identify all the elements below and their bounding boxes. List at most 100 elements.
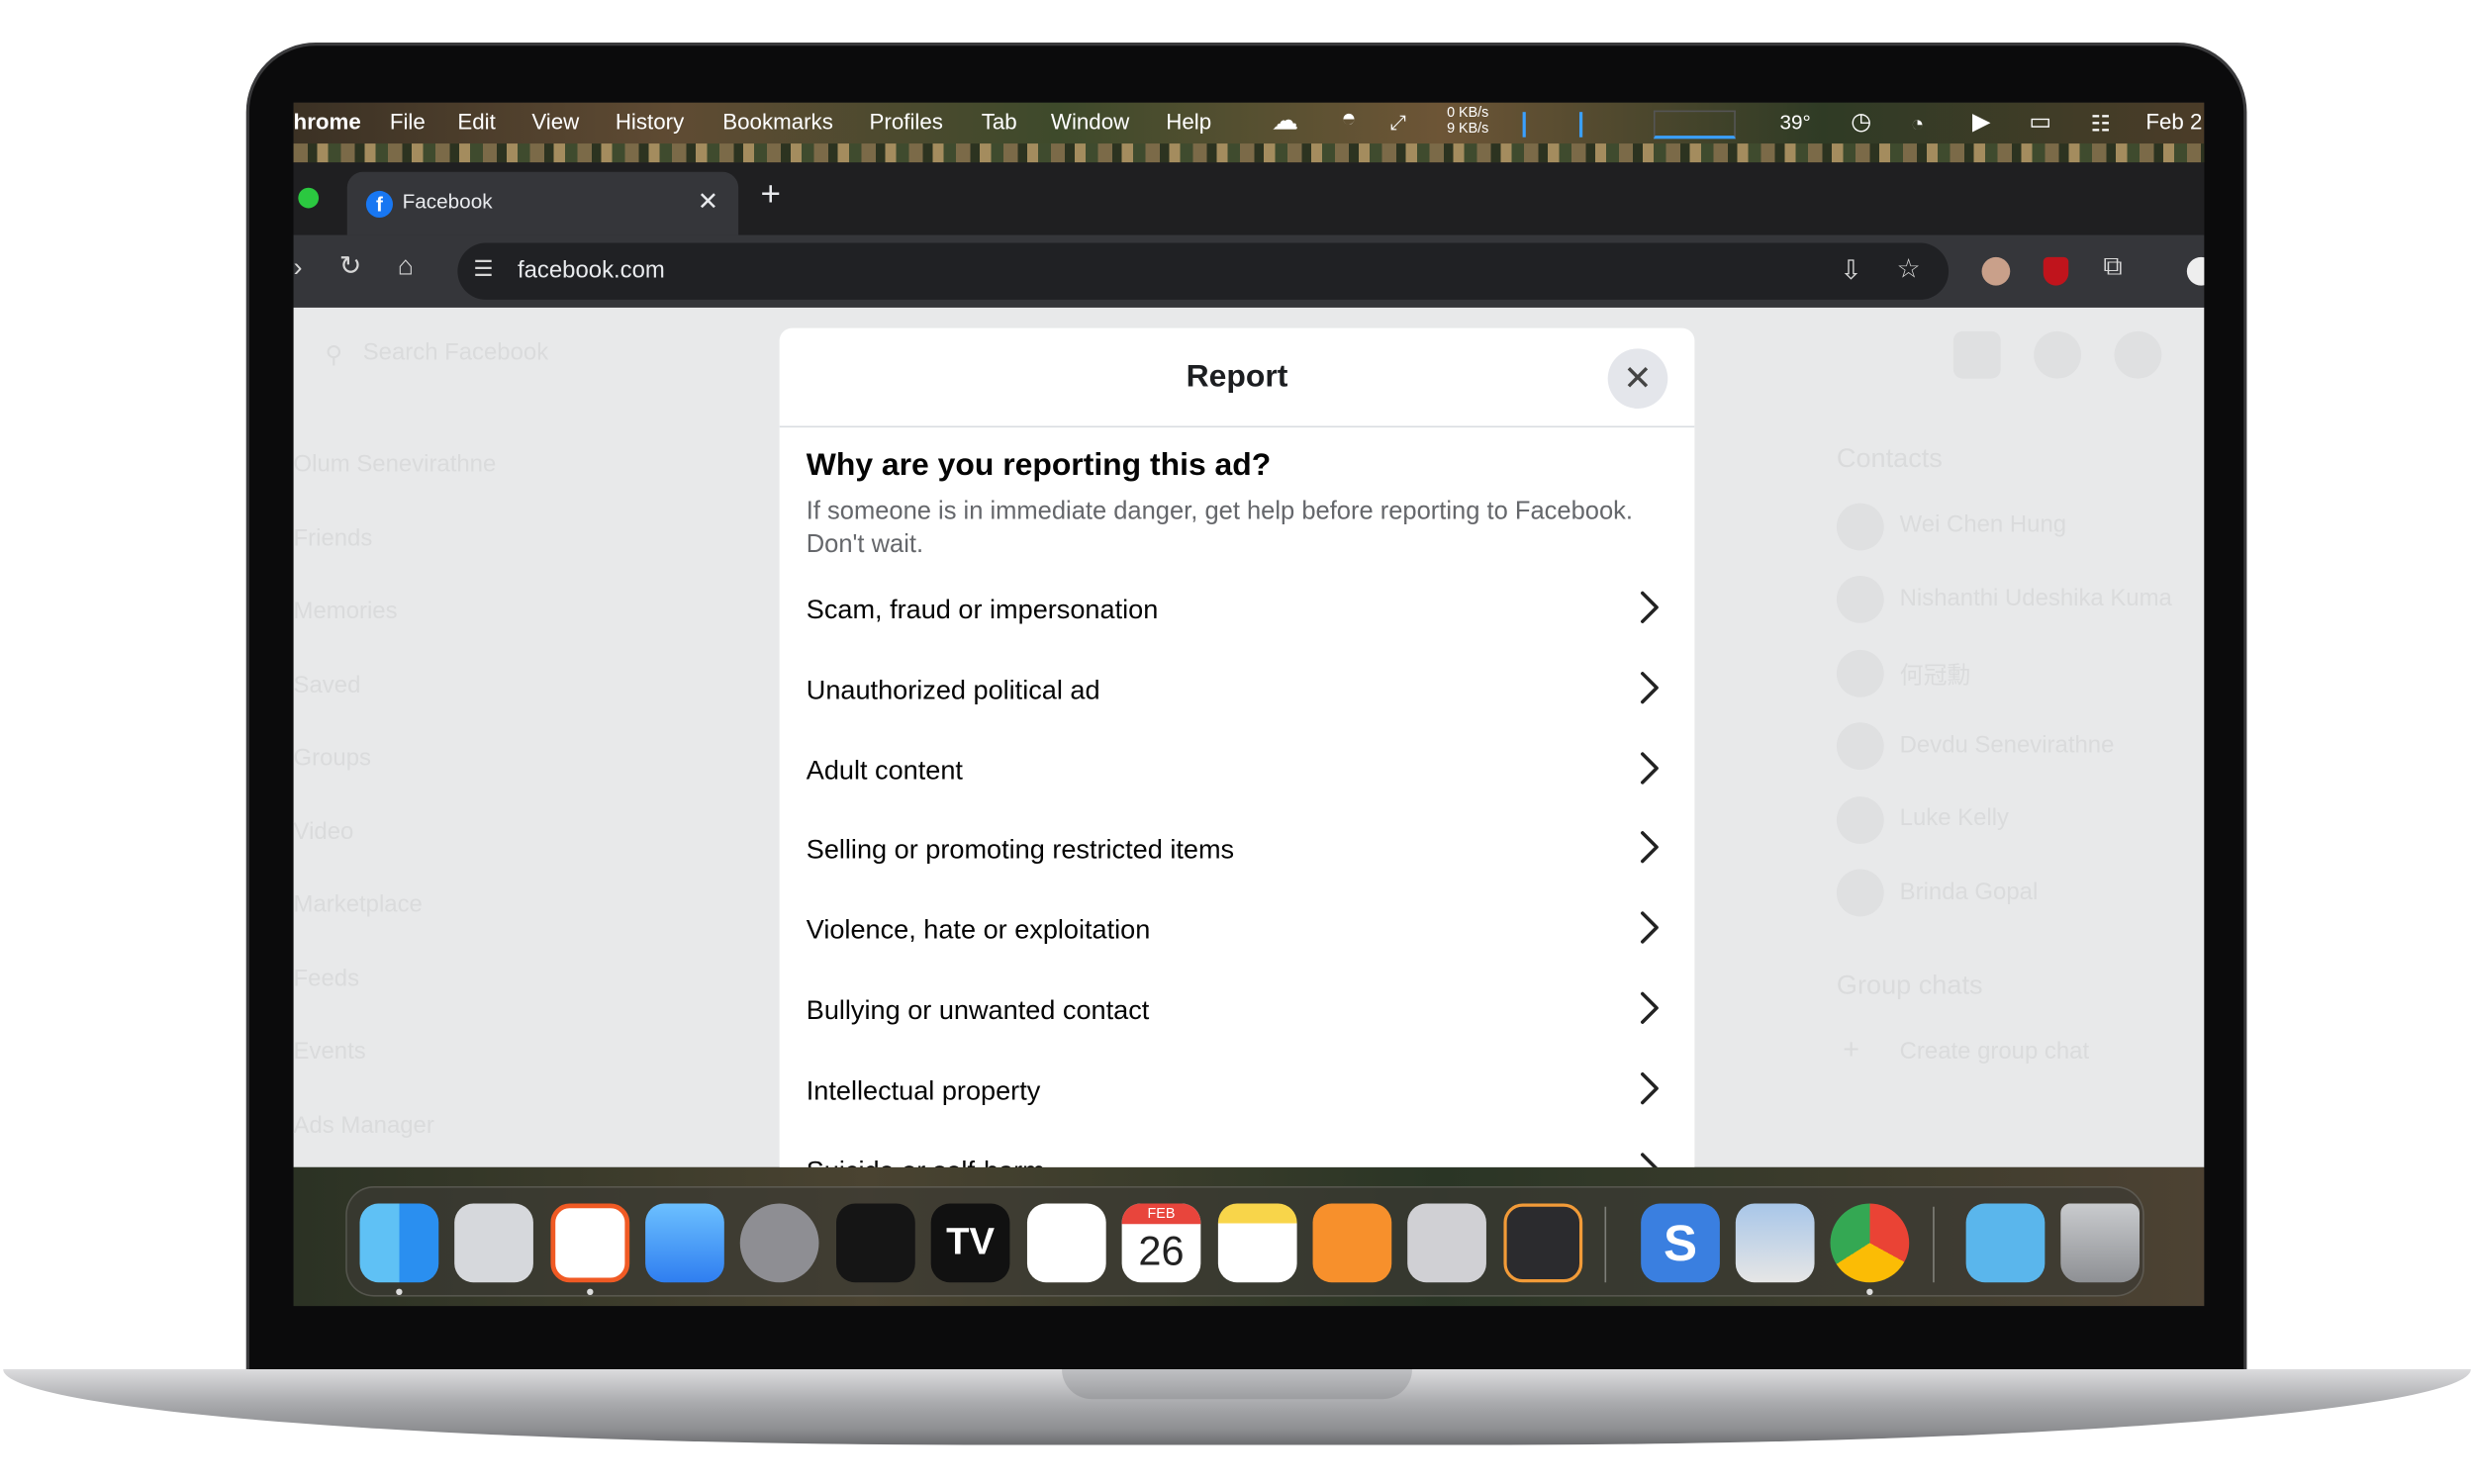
menu-bar: hrome File Edit View History Bookmarks P…: [293, 102, 2205, 163]
sidebar-item-events: Events: [293, 1038, 366, 1066]
install-app-icon[interactable]: ⇩: [1840, 255, 1862, 287]
reload-icon[interactable]: ↻: [339, 251, 362, 283]
report-option-bullying[interactable]: Bullying or unwanted contact: [780, 974, 1695, 1053]
menu-grid-icon: [1952, 330, 2001, 379]
option-label: Intellectual property: [806, 1075, 1041, 1106]
sidebar-item-feeds: Feeds: [293, 965, 360, 992]
play-icon[interactable]: ▶: [1972, 107, 1990, 136]
books-icon[interactable]: [1312, 1203, 1392, 1283]
trash-icon[interactable]: [2060, 1203, 2141, 1283]
option-label: Scam, fraud or impersonation: [806, 595, 1159, 625]
forward-icon[interactable]: ›: [294, 252, 303, 284]
tab-close-icon[interactable]: ✕: [698, 186, 718, 218]
chevron-right-icon: [1641, 1072, 1659, 1105]
menu-file[interactable]: File: [390, 109, 426, 135]
report-question: Why are you reporting this ad?: [806, 447, 1272, 483]
extension-shield-icon[interactable]: [2043, 256, 2069, 286]
menu-window[interactable]: Window: [1051, 109, 1129, 135]
preview-icon[interactable]: [1735, 1203, 1815, 1283]
status-cpu-graph: [1653, 110, 1736, 139]
window-zoom-button[interactable]: [298, 187, 320, 209]
status-arrows-icon[interactable]: ⤢: [1390, 111, 1407, 137]
finder-icon[interactable]: [359, 1203, 439, 1283]
sidebar-item-marketplace: Marketplace: [293, 890, 423, 918]
option-label: Unauthorized political ad: [806, 675, 1100, 705]
calendar-icon[interactable]: FEB 26: [1121, 1203, 1201, 1283]
report-option-political[interactable]: Unauthorized political ad: [780, 653, 1695, 732]
calendar-month: FEB: [1121, 1203, 1201, 1225]
menu-view[interactable]: View: [531, 109, 579, 135]
status-net-down: 9 KB/s: [1447, 120, 1489, 137]
report-option-intellectual-property[interactable]: Intellectual property: [780, 1054, 1695, 1133]
status-disk-icon[interactable]: ◓: [1341, 106, 1356, 135]
address-bar[interactable]: ☰ facebook.com ⇩ ☆: [457, 242, 1950, 300]
status-hat-icon[interactable]: ☁: [1272, 106, 1298, 138]
contacts-title: Contacts: [1836, 443, 1943, 474]
mail-icon[interactable]: [645, 1203, 724, 1283]
calendar-day: 26: [1138, 1227, 1185, 1275]
reminders-icon[interactable]: [1026, 1203, 1106, 1283]
wallpaper-strip: [293, 143, 2205, 163]
tradingview-icon[interactable]: TV: [930, 1203, 1010, 1283]
menu-date[interactable]: Feb 2: [2145, 109, 2202, 135]
contact-name: Wei Chen Hung: [1899, 510, 2067, 538]
menu-profiles[interactable]: Profiles: [870, 109, 943, 135]
downloads-folder-icon[interactable]: [1965, 1203, 2046, 1283]
extensions-puzzle-icon[interactable]: ⧉: [2103, 251, 2122, 283]
tab-facebook[interactable]: f Facebook ✕: [346, 171, 739, 235]
wifi-icon[interactable]: ◔: [1911, 111, 1925, 137]
dock-separator: [1933, 1206, 1935, 1283]
system-settings-icon[interactable]: [739, 1203, 819, 1283]
running-indicator: [1866, 1288, 1873, 1296]
chevron-right-icon: [1641, 991, 1659, 1024]
brave-icon[interactable]: [550, 1203, 630, 1283]
report-option-scam[interactable]: Scam, fraud or impersonation: [780, 573, 1695, 652]
menu-tab[interactable]: Tab: [982, 109, 1017, 135]
browser-toolbar: › ↻ ⌂ ☰ facebook.com ⇩ ☆ ⧉: [293, 234, 2205, 308]
report-option-adult[interactable]: Adult content: [780, 733, 1695, 812]
clock-icon[interactable]: ◷: [1851, 107, 1871, 136]
plus-icon: +: [1843, 1033, 1860, 1066]
profile-avatar[interactable]: [2186, 256, 2205, 286]
contact-avatar: [1836, 503, 1884, 551]
menu-help[interactable]: Help: [1166, 109, 1211, 135]
contact-avatar: [1836, 722, 1884, 771]
display-icon[interactable]: ▭: [2029, 107, 2051, 136]
menu-app-name[interactable]: hrome: [294, 109, 361, 135]
sidebar-item-saved: Saved: [293, 672, 361, 699]
report-option-restricted-items[interactable]: Selling or promoting restricted items: [780, 812, 1695, 891]
contact-avatar: [1836, 575, 1884, 623]
iphone-mirroring-icon[interactable]: [1407, 1203, 1486, 1283]
dock-separator: [1604, 1206, 1607, 1283]
report-option-violence[interactable]: Violence, hate or exploitation: [780, 892, 1695, 972]
menu-history[interactable]: History: [616, 109, 684, 135]
launchpad-icon[interactable]: [454, 1203, 533, 1283]
home-icon[interactable]: ⌂: [398, 251, 414, 283]
contact-name: Devdu Senevirathne: [1899, 731, 2115, 759]
tab-bar: f Facebook ✕ +: [293, 162, 2205, 235]
scrivener-icon[interactable]: S: [1641, 1203, 1720, 1283]
url-text[interactable]: facebook.com: [518, 257, 665, 284]
perplexity-icon[interactable]: [836, 1203, 915, 1283]
option-label: Selling or promoting restricted items: [806, 834, 1235, 865]
site-settings-icon[interactable]: ☰: [473, 255, 493, 282]
create-group-chat: Create group chat: [1899, 1038, 2090, 1066]
notes-icon[interactable]: [1217, 1203, 1297, 1283]
option-label: Violence, hate or exploitation: [806, 914, 1151, 946]
chrome-icon[interactable]: [1830, 1203, 1910, 1283]
extension-face-icon[interactable]: [1981, 256, 2011, 286]
menu-bookmarks[interactable]: Bookmarks: [722, 109, 833, 135]
control-center-icon[interactable]: ☷: [2091, 111, 2111, 138]
close-icon[interactable]: ✕: [1607, 348, 1668, 409]
new-tab-button[interactable]: +: [761, 173, 782, 214]
notifications-icon: [2114, 330, 2162, 379]
contact-name: Nishanthi Udeshika Kuma: [1899, 585, 2172, 612]
contact-name: Luke Kelly: [1899, 804, 2010, 832]
menu-edit[interactable]: Edit: [457, 109, 495, 135]
tab-title: Facebook: [402, 189, 493, 214]
chevron-right-icon: [1641, 911, 1659, 944]
running-indicator: [396, 1288, 403, 1296]
diagram-app-icon[interactable]: [1503, 1203, 1583, 1283]
bookmark-star-icon[interactable]: ☆: [1896, 254, 1920, 286]
sidebar-item-profile: Olum Senevirathne: [293, 450, 497, 479]
